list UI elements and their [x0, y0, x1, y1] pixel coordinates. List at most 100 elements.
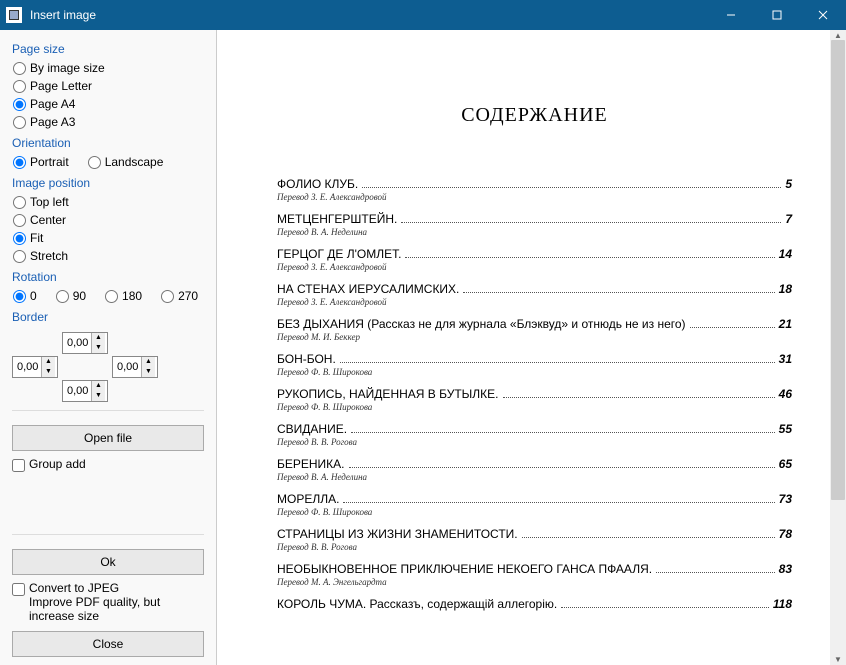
toc-title: СТРАНИЦЫ ИЗ ЖИЗНИ ЗНАМЕНИТОСТИ. [277, 527, 518, 541]
spin-up-icon[interactable]: ▲ [92, 333, 105, 343]
toc-page: 5 [785, 177, 792, 191]
toc-page: 55 [779, 422, 792, 436]
scroll-thumb[interactable] [831, 40, 845, 500]
toc-title: БЕРЕНИКА. [277, 457, 345, 471]
toc-entry: БЕЗ ДЫХАНИЯ (Рассказ не для журнала «Блэ… [277, 317, 792, 331]
toc-title: СВИДАНИЕ. [277, 422, 347, 436]
open-file-button[interactable]: Open file [12, 425, 204, 451]
image-position-label: Image position [12, 176, 204, 190]
toc-title: БЕЗ ДЫХАНИЯ (Рассказ не для журнала «Блэ… [277, 317, 686, 331]
border-top-input[interactable]: ▲▼ [62, 332, 108, 354]
toc-page: 73 [779, 492, 792, 506]
radio-center[interactable]: Center [12, 213, 204, 227]
toc-title: ГЕРЦОГ ДЕ Л'ОМЛЕТ. [277, 247, 401, 261]
toc-title: МЕТЦЕНГЕРШТЕЙН. [277, 212, 397, 226]
toc-entry: БЕРЕНИКА. 65 [277, 457, 792, 471]
border-left-input[interactable]: ▲▼ [12, 356, 58, 378]
radio-rot-180[interactable]: 180 [104, 289, 142, 303]
document-heading: СОДЕРЖАНИЕ [277, 104, 792, 127]
toc-entry: ФОЛИО КЛУБ. 5 [277, 177, 792, 191]
settings-panel: Page size By image size Page Letter Page… [0, 30, 217, 665]
toc-translator: Перевод Ф. В. Широкова [277, 507, 792, 517]
orientation-label: Orientation [12, 136, 204, 150]
border-label: Border [12, 310, 204, 324]
border-bottom-input[interactable]: ▲▼ [62, 380, 108, 402]
toc-title: НА СТЕНАХ ИЕРУСАЛИМСКИХ. [277, 282, 459, 296]
toc-translator: Перевод В. В. Рогова [277, 437, 792, 447]
radio-page-letter[interactable]: Page Letter [12, 79, 204, 93]
toc-title: МОРЕЛЛА. [277, 492, 339, 506]
toc-entry: ГЕРЦОГ ДЕ Л'ОМЛЕТ. 14 [277, 247, 792, 261]
radio-rot-0[interactable]: 0 [12, 289, 37, 303]
toc-page: 83 [779, 562, 792, 576]
toc-page: 118 [773, 597, 792, 611]
toc-title: БОН-БОН. [277, 352, 336, 366]
maximize-button[interactable] [754, 0, 800, 30]
group-add-checkbox[interactable]: Group add [12, 457, 204, 472]
titlebar: Insert image [0, 0, 846, 30]
toc-translator: Перевод З. Е. Александровой [277, 192, 792, 202]
spin-down-icon[interactable]: ▼ [92, 391, 105, 401]
close-dialog-button[interactable]: Close [12, 631, 204, 657]
radio-rot-270[interactable]: 270 [160, 289, 198, 303]
rotation-label: Rotation [12, 270, 204, 284]
toc-title: ФОЛИО КЛУБ. [277, 177, 358, 191]
toc-translator: Перевод Ф. В. Широкова [277, 367, 792, 377]
spin-up-icon[interactable]: ▲ [92, 381, 105, 391]
divider [12, 410, 204, 411]
radio-page-a4[interactable]: Page A4 [12, 97, 204, 111]
scroll-down-icon[interactable]: ▼ [830, 655, 846, 664]
close-button[interactable] [800, 0, 846, 30]
spin-up-icon[interactable]: ▲ [42, 357, 55, 367]
border-right-input[interactable]: ▲▼ [112, 356, 158, 378]
radio-portrait[interactable]: Portrait [12, 155, 69, 169]
toc-title: КОРОЛЬ ЧУМА. Рассказъ, содержащiй аллего… [277, 597, 557, 611]
table-of-contents: ФОЛИО КЛУБ.5Перевод З. Е. АлександровойМ… [277, 177, 792, 611]
toc-entry: НА СТЕНАХ ИЕРУСАЛИМСКИХ. 18 [277, 282, 792, 296]
toc-page: 46 [779, 387, 792, 401]
toc-title: РУКОПИСЬ, НАЙДЕННАЯ В БУТЫЛКЕ. [277, 387, 499, 401]
toc-translator: Перевод З. Е. Александровой [277, 297, 792, 307]
toc-title: НЕОБЫКНОВЕННОЕ ПРИКЛЮЧЕНИЕ НЕКОЕГО ГАНСА… [277, 562, 652, 576]
radio-landscape[interactable]: Landscape [87, 155, 164, 169]
preview-panel: СОДЕРЖАНИЕ ФОЛИО КЛУБ.5Перевод З. Е. Але… [217, 30, 846, 665]
convert-jpeg-checkbox[interactable]: Convert to JPEGImprove PDF quality, but … [12, 581, 204, 623]
toc-translator: Перевод В. В. Рогова [277, 542, 792, 552]
toc-page: 65 [779, 457, 792, 471]
toc-entry: МОРЕЛЛА. 73 [277, 492, 792, 506]
toc-translator: Перевод В. А. Неделина [277, 472, 792, 482]
toc-entry: СТРАНИЦЫ ИЗ ЖИЗНИ ЗНАМЕНИТОСТИ.78 [277, 527, 792, 541]
radio-stretch[interactable]: Stretch [12, 249, 204, 263]
toc-translator: Перевод М. И. Беккер [277, 332, 792, 342]
spin-down-icon[interactable]: ▼ [142, 367, 155, 377]
divider [12, 534, 204, 535]
spin-up-icon[interactable]: ▲ [142, 357, 155, 367]
spin-down-icon[interactable]: ▼ [42, 367, 55, 377]
toc-page: 7 [785, 212, 792, 226]
toc-translator: Перевод Ф. В. Широкова [277, 402, 792, 412]
document-page: СОДЕРЖАНИЕ ФОЛИО КЛУБ.5Перевод З. Е. Але… [241, 44, 828, 664]
toc-translator: Перевод М. А. Энгельгардта [277, 577, 792, 587]
toc-page: 18 [779, 282, 792, 296]
spin-down-icon[interactable]: ▼ [92, 343, 105, 353]
toc-translator: Перевод В. А. Неделина [277, 227, 792, 237]
toc-page: 31 [779, 352, 792, 366]
scroll-up-icon[interactable]: ▲ [830, 30, 846, 40]
app-icon [6, 7, 22, 23]
window-title: Insert image [30, 8, 708, 22]
ok-button[interactable]: Ok [12, 549, 204, 575]
toc-entry: КОРОЛЬ ЧУМА. Рассказъ, содержащiй аллего… [277, 597, 792, 611]
toc-entry: НЕОБЫКНОВЕННОЕ ПРИКЛЮЧЕНИЕ НЕКОЕГО ГАНСА… [277, 562, 792, 576]
radio-by-image-size[interactable]: By image size [12, 61, 204, 75]
toc-entry: МЕТЦЕНГЕРШТЕЙН. 7 [277, 212, 792, 226]
minimize-button[interactable] [708, 0, 754, 30]
radio-fit[interactable]: Fit [12, 231, 204, 245]
radio-rot-90[interactable]: 90 [55, 289, 86, 303]
toc-translator: Перевод З. Е. Александровой [277, 262, 792, 272]
radio-top-left[interactable]: Top left [12, 195, 204, 209]
toc-entry: СВИДАНИЕ. 55 [277, 422, 792, 436]
radio-page-a3[interactable]: Page A3 [12, 115, 204, 129]
page-size-label: Page size [12, 42, 204, 56]
scrollbar[interactable]: ▲ ▼ [830, 30, 846, 665]
toc-page: 14 [779, 247, 792, 261]
